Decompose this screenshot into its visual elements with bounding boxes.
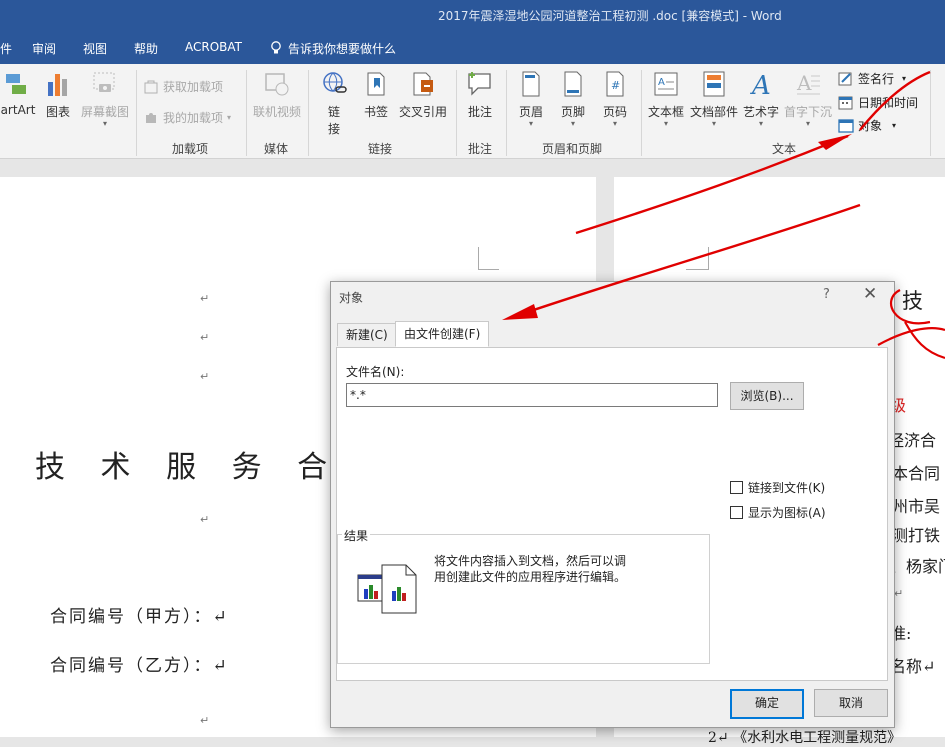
annotation-arrow-to-tab xyxy=(509,203,861,320)
annotation-overlay xyxy=(502,70,945,360)
tab-create-from-file[interactable]: 由文件创建(F) xyxy=(395,321,490,347)
annotation-stroke xyxy=(859,70,931,131)
annotation-scribble xyxy=(877,289,945,360)
annotation-arrowhead xyxy=(818,134,852,150)
annotation-arrow-to-object xyxy=(575,134,849,235)
annotation-arrowhead xyxy=(502,304,538,320)
